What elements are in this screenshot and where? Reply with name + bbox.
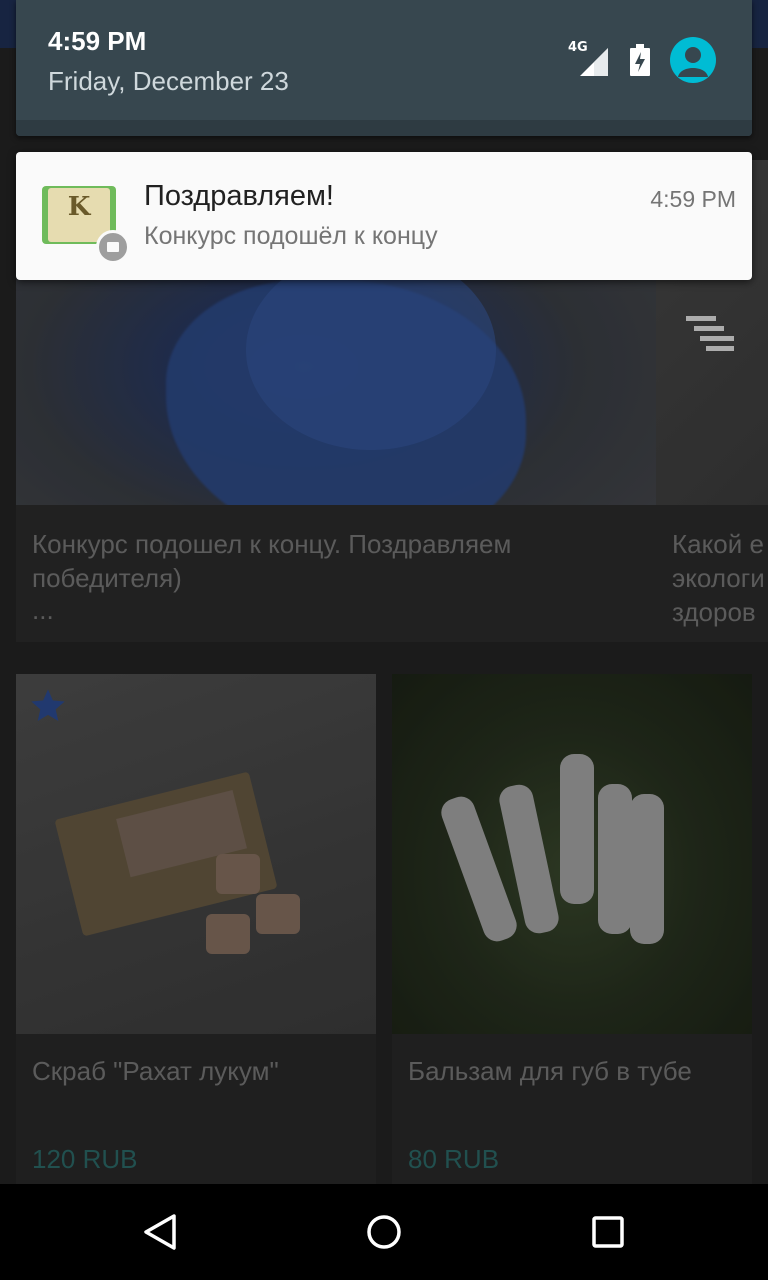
date[interactable]: Friday, December 23	[48, 66, 289, 97]
user-avatar-icon[interactable]	[670, 37, 716, 83]
status-icons: 4G	[568, 36, 716, 84]
notification-time: 4:59 PM	[650, 186, 736, 212]
navigation-bar	[0, 1184, 768, 1280]
recent-apps-icon[interactable]	[584, 1208, 632, 1256]
notification-text: Конкурс подошёл к концу	[144, 222, 438, 250]
clock: 4:59 PM	[48, 26, 147, 56]
home-icon[interactable]	[360, 1208, 408, 1256]
header-divider	[16, 120, 752, 136]
notification-small-icon	[96, 230, 130, 264]
battery-icon	[630, 44, 650, 76]
heads-up-notification[interactable]: K Поздравляем! 4:59 PM Конкурс подошёл к…	[16, 152, 752, 280]
app-icon-letter: K	[67, 192, 91, 222]
signal-icon: 4G	[568, 40, 610, 78]
notification-shade-header[interactable]: 4:59 PM Friday, December 23 4G	[16, 0, 752, 136]
back-icon[interactable]	[136, 1208, 184, 1256]
notification-title: Поздравляем!	[144, 180, 334, 212]
